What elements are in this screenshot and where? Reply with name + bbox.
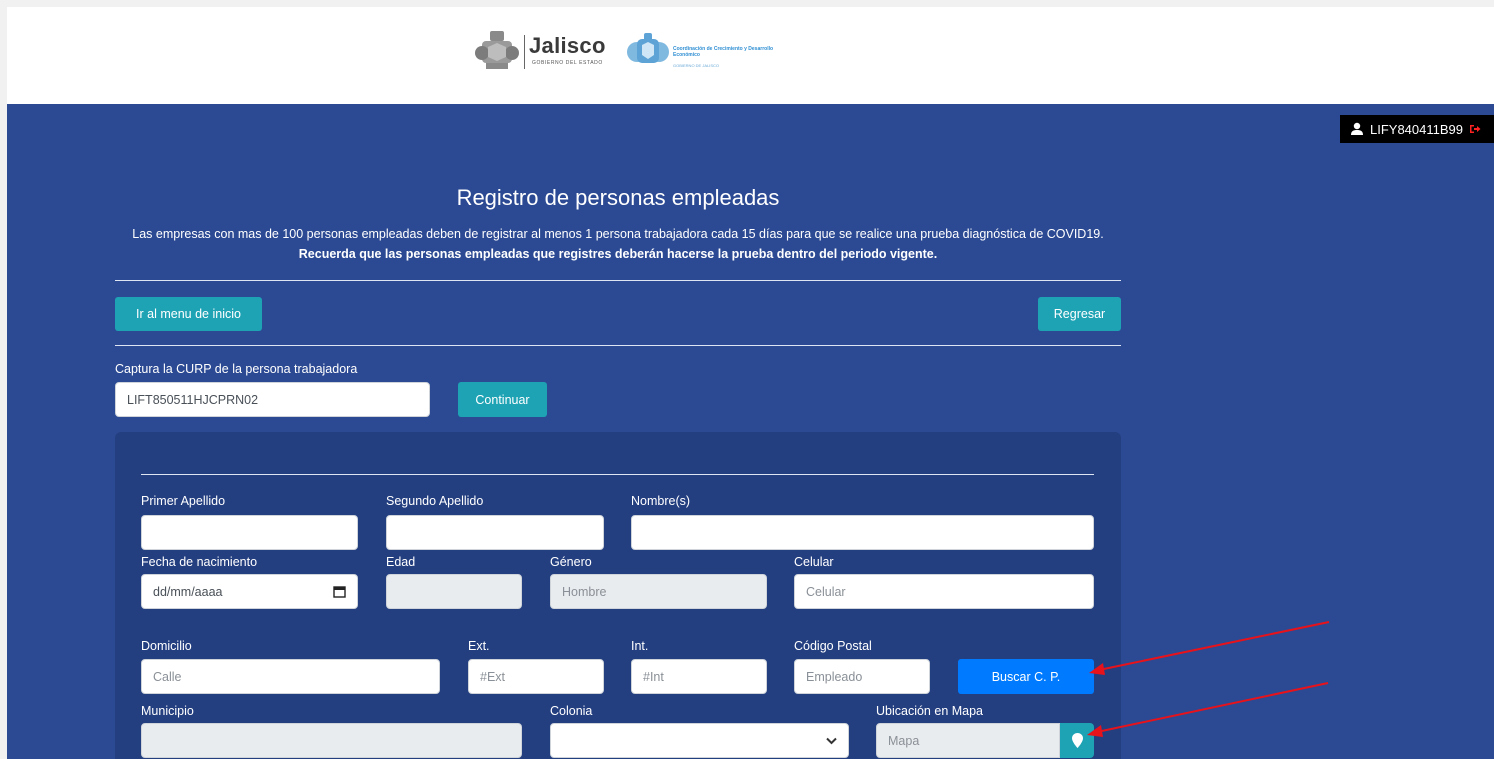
back-button[interactable]: Regresar bbox=[1038, 297, 1121, 331]
curp-label: Captura la CURP de la persona trabajador… bbox=[115, 362, 358, 376]
main-content: LIFY840411B99 Registro de personas emple… bbox=[7, 104, 1494, 759]
map-pin-icon bbox=[1071, 733, 1083, 748]
codigo-postal-label: Código Postal bbox=[794, 639, 872, 653]
nombre-label: Nombre(s) bbox=[631, 494, 691, 508]
segundo-apellido-label: Segundo Apellido bbox=[386, 494, 484, 508]
genero-value: Hombre bbox=[562, 584, 607, 599]
logo-divider bbox=[524, 35, 525, 69]
map-pin-button[interactable] bbox=[1060, 723, 1094, 758]
domicilio-label: Domicilio bbox=[141, 639, 192, 653]
segundo-apellido-input[interactable] bbox=[386, 515, 604, 550]
jalisco-seal-icon bbox=[475, 31, 519, 69]
annotation-arrow-map-pin bbox=[1087, 682, 1329, 737]
calendar-icon[interactable] bbox=[333, 585, 346, 598]
description-bold-text: Recuerda que las personas empleadas que … bbox=[298, 247, 938, 261]
logout-icon[interactable] bbox=[1469, 123, 1481, 135]
fecha-nacimiento-label: Fecha de nacimiento bbox=[141, 555, 258, 569]
page-description: Las empresas con mas de 100 personas emp… bbox=[125, 224, 1111, 264]
mapa-placeholder: Mapa bbox=[888, 733, 920, 748]
jalisco-logo-subtext: GOBIERNO DEL ESTADO bbox=[532, 60, 603, 66]
codigo-postal-placeholder: Empleado bbox=[806, 669, 863, 684]
user-badge[interactable]: LIFY840411B99 bbox=[1340, 115, 1494, 143]
jalisco-logo-text: Jalisco bbox=[529, 33, 606, 58]
annotation-arrow-buscar-cp bbox=[1089, 621, 1330, 675]
genero-input[interactable]: Hombre bbox=[550, 574, 767, 609]
curp-value: LIFT850511HJCPRN02 bbox=[127, 392, 259, 407]
int-label: Int. bbox=[631, 639, 649, 653]
primer-apellido-input[interactable] bbox=[141, 515, 358, 550]
page: Jalisco GOBIERNO DEL ESTADO Coordinación… bbox=[7, 7, 1494, 759]
employee-form-panel: Primer Apellido Segundo Apellido Nombre(… bbox=[115, 432, 1121, 759]
coordinacion-logo-text: Coordinación de Crecimiento y Desarrollo… bbox=[673, 46, 774, 58]
int-input[interactable]: #Int bbox=[631, 659, 767, 694]
divider-middle bbox=[115, 345, 1121, 346]
mapa-input[interactable]: Mapa bbox=[876, 723, 1060, 758]
calle-placeholder: Calle bbox=[153, 669, 182, 684]
genero-label: Género bbox=[550, 555, 592, 569]
primer-apellido-label: Primer Apellido bbox=[141, 494, 226, 508]
ext-input[interactable]: #Ext bbox=[468, 659, 604, 694]
coordinacion-logo-subtext: GOBIERNO DE JALISCO bbox=[673, 63, 720, 68]
chevron-down-icon bbox=[826, 737, 837, 744]
page-title: Registro de personas empleadas bbox=[456, 185, 780, 210]
curp-input[interactable]: LIFT850511HJCPRN02 bbox=[115, 382, 430, 417]
divider-top bbox=[115, 280, 1121, 281]
ext-label: Ext. bbox=[468, 639, 490, 653]
colonia-select[interactable] bbox=[550, 723, 849, 758]
ext-placeholder: #Ext bbox=[480, 669, 506, 684]
int-placeholder: #Int bbox=[643, 669, 664, 684]
mapa-label: Ubicación en Mapa bbox=[876, 704, 984, 718]
buscar-cp-button[interactable]: Buscar C. P. bbox=[958, 659, 1094, 694]
edad-input[interactable] bbox=[386, 574, 522, 609]
user-id: LIFY840411B99 bbox=[1370, 121, 1463, 137]
municipio-input[interactable] bbox=[141, 723, 522, 758]
municipio-label: Municipio bbox=[141, 704, 194, 718]
calle-input[interactable]: Calle bbox=[141, 659, 440, 694]
home-menu-button[interactable]: Ir al menu de inicio bbox=[115, 297, 262, 331]
coordinacion-seal-icon bbox=[627, 33, 669, 63]
edad-label: Edad bbox=[386, 555, 416, 569]
nombre-input[interactable] bbox=[631, 515, 1094, 550]
fecha-placeholder: dd/mm/aaaa bbox=[153, 584, 223, 599]
celular-input[interactable]: Celular bbox=[794, 574, 1094, 609]
top-header: Jalisco GOBIERNO DEL ESTADO Coordinación… bbox=[7, 7, 1494, 104]
continue-button[interactable]: Continuar bbox=[458, 382, 547, 417]
fecha-nacimiento-input[interactable]: dd/mm/aaaa bbox=[141, 574, 358, 609]
form-divider bbox=[141, 474, 1094, 475]
colonia-label: Colonia bbox=[550, 704, 593, 718]
user-icon bbox=[1351, 122, 1363, 135]
codigo-postal-input[interactable]: Empleado bbox=[794, 659, 930, 694]
description-text: Las empresas con mas de 100 personas emp… bbox=[132, 227, 1104, 241]
celular-label: Celular bbox=[794, 555, 834, 569]
celular-placeholder: Celular bbox=[806, 584, 846, 599]
